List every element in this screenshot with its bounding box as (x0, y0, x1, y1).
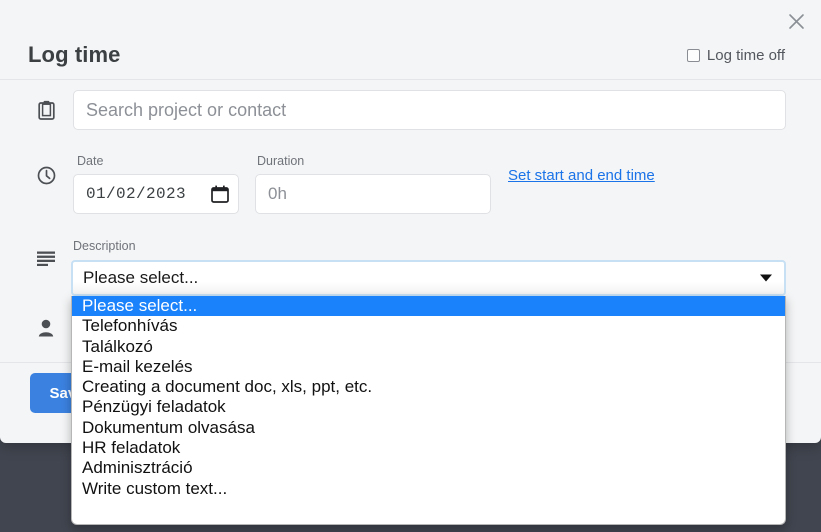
clock-icon (33, 162, 59, 188)
person-icon (33, 315, 59, 341)
app-root: Log time Log time off Date Duration (0, 0, 821, 532)
dropdown-option[interactable]: Please select... (72, 296, 785, 317)
dropdown-option[interactable]: HR feladatok (72, 438, 785, 458)
modal-topbar (0, 0, 821, 38)
dropdown-option[interactable]: Pénzügyi feladatok (72, 397, 785, 417)
dropdown-option[interactable]: E-mail kezelés (72, 357, 785, 377)
description-label: Description (73, 239, 136, 253)
dropdown-option[interactable]: Dokumentum olvasása (72, 418, 785, 438)
description-select[interactable]: Please select... (71, 260, 786, 296)
description-select-value: Please select... (83, 268, 199, 287)
modal-header: Log time Log time off (0, 38, 821, 80)
dropdown-option[interactable]: Write custom text... (72, 479, 785, 499)
log-time-off-toggle[interactable]: Log time off (686, 47, 785, 64)
dropdown-option[interactable]: Találkozó (72, 337, 785, 357)
dropdown-option[interactable]: Adminisztráció (72, 458, 785, 478)
description-dropdown-list[interactable]: Please select... Telefonhívás Találkozó E-m… (71, 296, 786, 525)
duration-label: Duration (257, 154, 305, 168)
dropdown-option[interactable]: Creating a document doc, xls, ppt, etc. (72, 377, 785, 397)
log-time-modal: Log time Log time off Date Duration (0, 0, 821, 525)
date-label: Date (77, 154, 104, 168)
date-input[interactable] (73, 174, 239, 214)
chevron-down-icon (760, 274, 772, 282)
log-time-off-checkbox[interactable] (686, 49, 700, 62)
clipboard-icon (33, 97, 59, 123)
close-icon[interactable] (783, 8, 809, 34)
search-input[interactable] (73, 90, 786, 130)
page-title: Log time (28, 42, 121, 67)
set-start-and-end-time-link[interactable]: Set start and end time (508, 167, 655, 184)
log-time-off-label: Log time off (706, 47, 785, 64)
dropdown-option[interactable]: Telefonhívás (72, 316, 785, 336)
description-lines-icon (33, 245, 59, 271)
duration-input[interactable] (255, 174, 491, 214)
